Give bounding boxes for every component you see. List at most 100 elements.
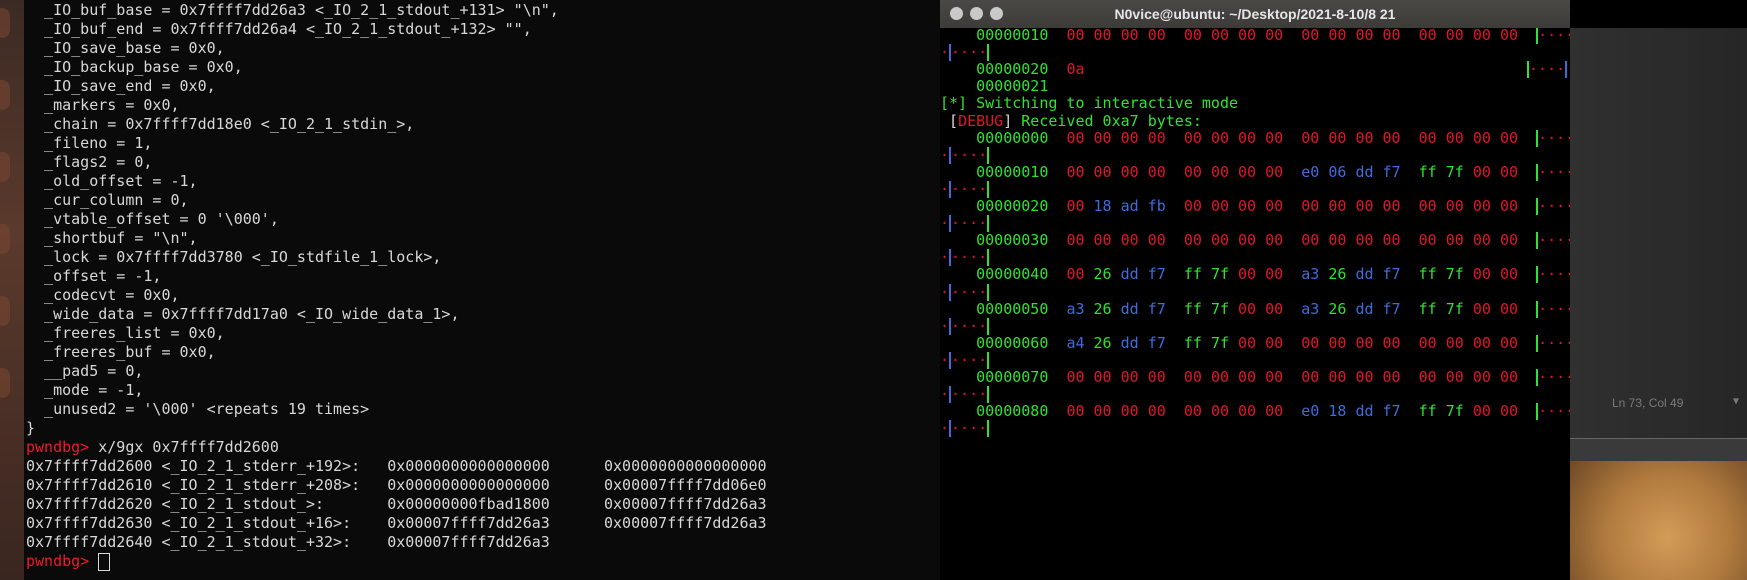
hex-byte: f7 bbox=[1382, 299, 1401, 318]
ascii-dots: ···· bbox=[951, 43, 988, 62]
ascii-gutter bbox=[987, 351, 990, 369]
hex-byte: 00 bbox=[1382, 231, 1401, 250]
struct-field-line: _freeres_list = 0x0, bbox=[26, 324, 767, 343]
hexdump-offset: 00000040 bbox=[976, 265, 1049, 284]
text-editor-window[interactable]: Ln 73, Col 49 ▼ bbox=[1570, 28, 1747, 438]
hex-byte: 00 bbox=[1499, 128, 1518, 147]
hex-byte: e0 bbox=[1301, 162, 1320, 181]
ascii-dots: · bbox=[940, 248, 950, 267]
hex-byte: f7 bbox=[1382, 402, 1401, 421]
window-titlebar[interactable]: N0vice@ubuntu: ~/Desktop/2021-8-10/8 21 bbox=[940, 0, 1570, 28]
struct-field-text: _shortbuf = "\n", bbox=[26, 229, 198, 247]
hexdump-offset: 00000021 bbox=[976, 77, 1049, 96]
ascii-dots: ···· bbox=[1538, 162, 1570, 181]
struct-field-line: _flags2 = 0, bbox=[26, 153, 767, 172]
hexdump-row: 00000050 a3 26 dd f7 ff 7f 00 00 a3 26 d… bbox=[940, 300, 1570, 319]
dock-icon[interactable] bbox=[0, 8, 10, 38]
dock-icon[interactable] bbox=[0, 80, 10, 110]
hex-byte: 00 bbox=[1301, 368, 1320, 386]
struct-field-text: _unused2 = '\000' <repeats 19 times> bbox=[26, 400, 370, 418]
chevron-down-icon[interactable]: ▼ bbox=[1733, 396, 1739, 407]
hex-byte: 0a bbox=[1066, 60, 1085, 79]
hex-byte: 00 bbox=[1445, 231, 1464, 250]
hex-byte: 00 bbox=[1382, 197, 1401, 215]
hex-byte: 00 bbox=[1066, 28, 1085, 44]
dock-icon[interactable] bbox=[0, 152, 10, 182]
hex-byte: 7f bbox=[1210, 333, 1229, 352]
dock-icon[interactable] bbox=[0, 368, 10, 398]
struct-field-text: _IO_save_base = 0x0, bbox=[26, 39, 225, 57]
hex-byte: 7f bbox=[1445, 265, 1464, 284]
ascii-gutter bbox=[987, 249, 990, 267]
hex-byte: 00 bbox=[1238, 402, 1257, 421]
hex-byte: 7f bbox=[1445, 402, 1464, 421]
hex-byte: 00 bbox=[1445, 28, 1464, 44]
hex-byte: 00 bbox=[1210, 368, 1229, 386]
hex-byte: 00 bbox=[1499, 197, 1518, 215]
hex-byte: 00 bbox=[1238, 162, 1257, 181]
pwndbg-prompt: pwndbg> bbox=[26, 552, 90, 570]
command-text: x/9gx 0x7ffff7dd2600 bbox=[89, 438, 279, 456]
struct-field-text: _old_offset = -1, bbox=[26, 172, 198, 190]
hex-byte: 00 bbox=[1120, 402, 1139, 421]
hex-byte: 00 bbox=[1265, 28, 1284, 44]
ascii-dots: · bbox=[940, 214, 950, 233]
hex-byte: 00 bbox=[1472, 299, 1491, 318]
hex-byte: 00 bbox=[1472, 265, 1491, 284]
hex-byte: ff bbox=[1418, 299, 1437, 318]
ascii-dots: ···· bbox=[1538, 333, 1570, 352]
hex-byte: 00 bbox=[1147, 128, 1166, 147]
hex-byte: 00 bbox=[1093, 231, 1112, 250]
hex-byte: e0 bbox=[1301, 402, 1320, 421]
file-thumbnail-bar bbox=[1570, 438, 1747, 461]
dock-icon[interactable] bbox=[0, 296, 10, 326]
hexdump-offset: 00000070 bbox=[976, 368, 1049, 386]
hex-byte: dd bbox=[1355, 299, 1374, 318]
hex-byte: f7 bbox=[1382, 162, 1401, 181]
hex-byte: 26 bbox=[1328, 265, 1347, 284]
hex-byte: ad bbox=[1120, 197, 1139, 215]
hexdump-row: 00000060 a4 26 dd f7 ff 7f 00 00 00 00 0… bbox=[940, 334, 1570, 353]
struct-field-line: _old_offset = -1, bbox=[26, 172, 767, 191]
hex-byte: 00 bbox=[1210, 28, 1229, 44]
hex-byte: 18 bbox=[1328, 402, 1347, 421]
hex-byte: 00 bbox=[1210, 197, 1229, 215]
ascii-dots: ···· bbox=[1529, 60, 1566, 79]
gdb-terminal[interactable]: _IO_write_end = 0x7ffff7dd26a3 <_IO_2_1_… bbox=[24, 0, 940, 580]
hexdump-offset: 00000010 bbox=[976, 162, 1049, 181]
dock-icon[interactable] bbox=[0, 224, 10, 254]
exploit-output: 00000010 00 00 00 00 00 00 00 00 00 00 0… bbox=[940, 28, 1570, 580]
terminal-window[interactable]: N0vice@ubuntu: ~/Desktop/2021-8-10/8 21 … bbox=[940, 0, 1570, 580]
hexdump-row: 00000010 00 00 00 00 00 00 00 00 e0 06 d… bbox=[940, 163, 1570, 182]
hex-byte: 00 bbox=[1418, 231, 1437, 250]
hex-byte: 00 bbox=[1382, 333, 1401, 352]
hex-byte: a3 bbox=[1301, 265, 1320, 284]
hex-byte: 00 bbox=[1472, 28, 1491, 44]
hex-byte: 00 bbox=[1183, 231, 1202, 250]
memory-address: 0x7ffff7dd2640 <_IO_2_1_stdout_+32>: bbox=[26, 533, 388, 551]
editor-pane bbox=[1570, 28, 1747, 438]
memory-address: 0x7ffff7dd2620 <_IO_2_1_stdout_>: bbox=[26, 495, 388, 513]
